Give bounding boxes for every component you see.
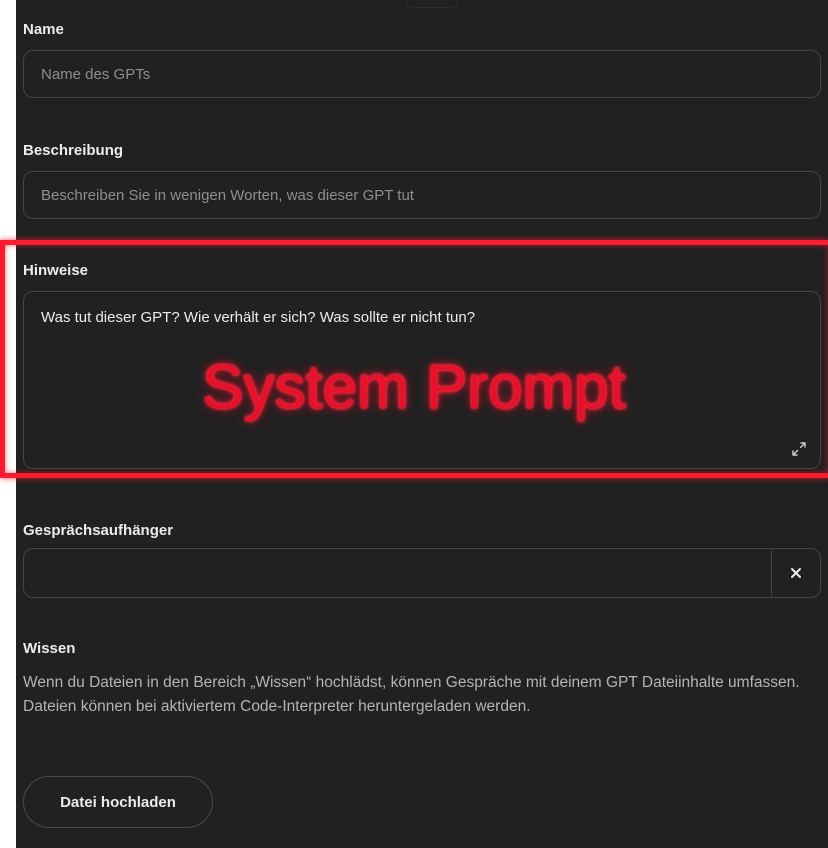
instructions-textarea[interactable] [24, 292, 820, 468]
upload-file-button[interactable]: Datei hochladen [23, 776, 213, 828]
name-label: Name [23, 21, 64, 38]
name-field-container [23, 50, 821, 98]
knowledge-description: Wenn du Dateien in den Bereich „Wissen“ … [23, 674, 800, 715]
description-field-container [23, 171, 821, 219]
instructions-label: Hinweise [23, 262, 89, 279]
conversation-starters-label: Gesprächsaufhänger [23, 522, 174, 539]
instructions-field-container [23, 291, 821, 469]
knowledge-label: Wissen [23, 640, 76, 657]
panel-top-decoration [406, 0, 458, 8]
gpt-configure-panel: Name Beschreibung Hinweise Gesprächsaufh… [16, 0, 828, 848]
conversation-starter-input[interactable] [24, 549, 774, 597]
remove-starter-button[interactable] [771, 549, 820, 597]
name-input[interactable] [24, 51, 820, 97]
expand-icon[interactable] [790, 440, 808, 458]
close-icon [791, 568, 801, 578]
description-label: Beschreibung [23, 142, 124, 159]
description-input[interactable] [24, 172, 820, 218]
conversation-starter-field-container [23, 548, 821, 598]
